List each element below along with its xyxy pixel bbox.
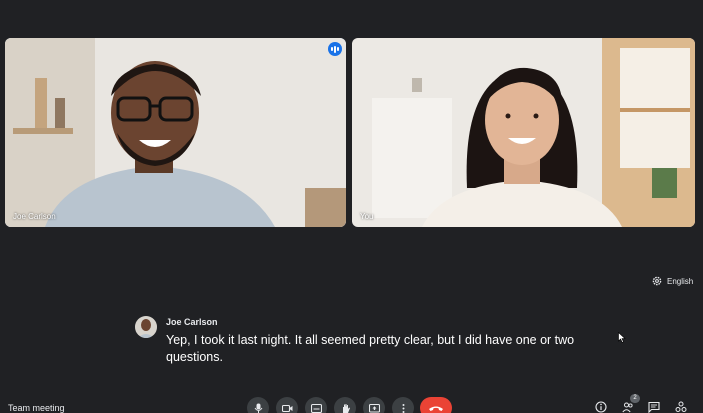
more-options-icon [402, 403, 404, 413]
video-tile-joe[interactable]: Joe Carlson [5, 38, 346, 227]
captions-button[interactable] [305, 397, 327, 413]
meeting-title: Team meeting [8, 403, 65, 413]
meet-stage: Joe Carlson You English Joe Carlson Yep,… [0, 0, 703, 413]
participant-count-badge: 2 [630, 394, 640, 403]
more-options-button[interactable] [392, 397, 414, 413]
mouse-cursor-icon [618, 332, 626, 343]
end-call-icon [429, 406, 443, 411]
joe-video-feed [5, 38, 346, 227]
activities-icon[interactable] [675, 401, 687, 413]
caption-language-selector[interactable]: English [652, 276, 693, 286]
you-video-feed [352, 38, 695, 227]
microphone-icon [254, 403, 262, 413]
present-icon [368, 403, 380, 413]
video-tile-you[interactable]: You [352, 38, 695, 227]
chat-icon[interactable] [648, 401, 660, 413]
caption-language-label: English [667, 276, 694, 286]
caption-speaker-name: Joe Carlson [166, 317, 218, 327]
raise-hand-button[interactable] [334, 397, 356, 413]
camera-button[interactable] [276, 397, 298, 413]
caption-speaker-avatar-image [135, 316, 157, 338]
tile-name-you: You [360, 212, 374, 221]
info-icon[interactable] [595, 401, 607, 413]
camera-icon [281, 404, 292, 412]
avatar [135, 316, 157, 338]
end-call-button[interactable] [420, 397, 452, 413]
gear-icon [652, 276, 662, 286]
raise-hand-icon [342, 403, 350, 413]
present-screen-button[interactable] [363, 397, 385, 413]
tile-name-joe: Joe Carlson [13, 212, 56, 221]
microphone-button[interactable] [247, 397, 269, 413]
speaking-indicator-icon [328, 42, 342, 56]
captions-icon [310, 403, 322, 413]
caption-text: Yep, I took it last night. It all seemed… [166, 333, 575, 364]
